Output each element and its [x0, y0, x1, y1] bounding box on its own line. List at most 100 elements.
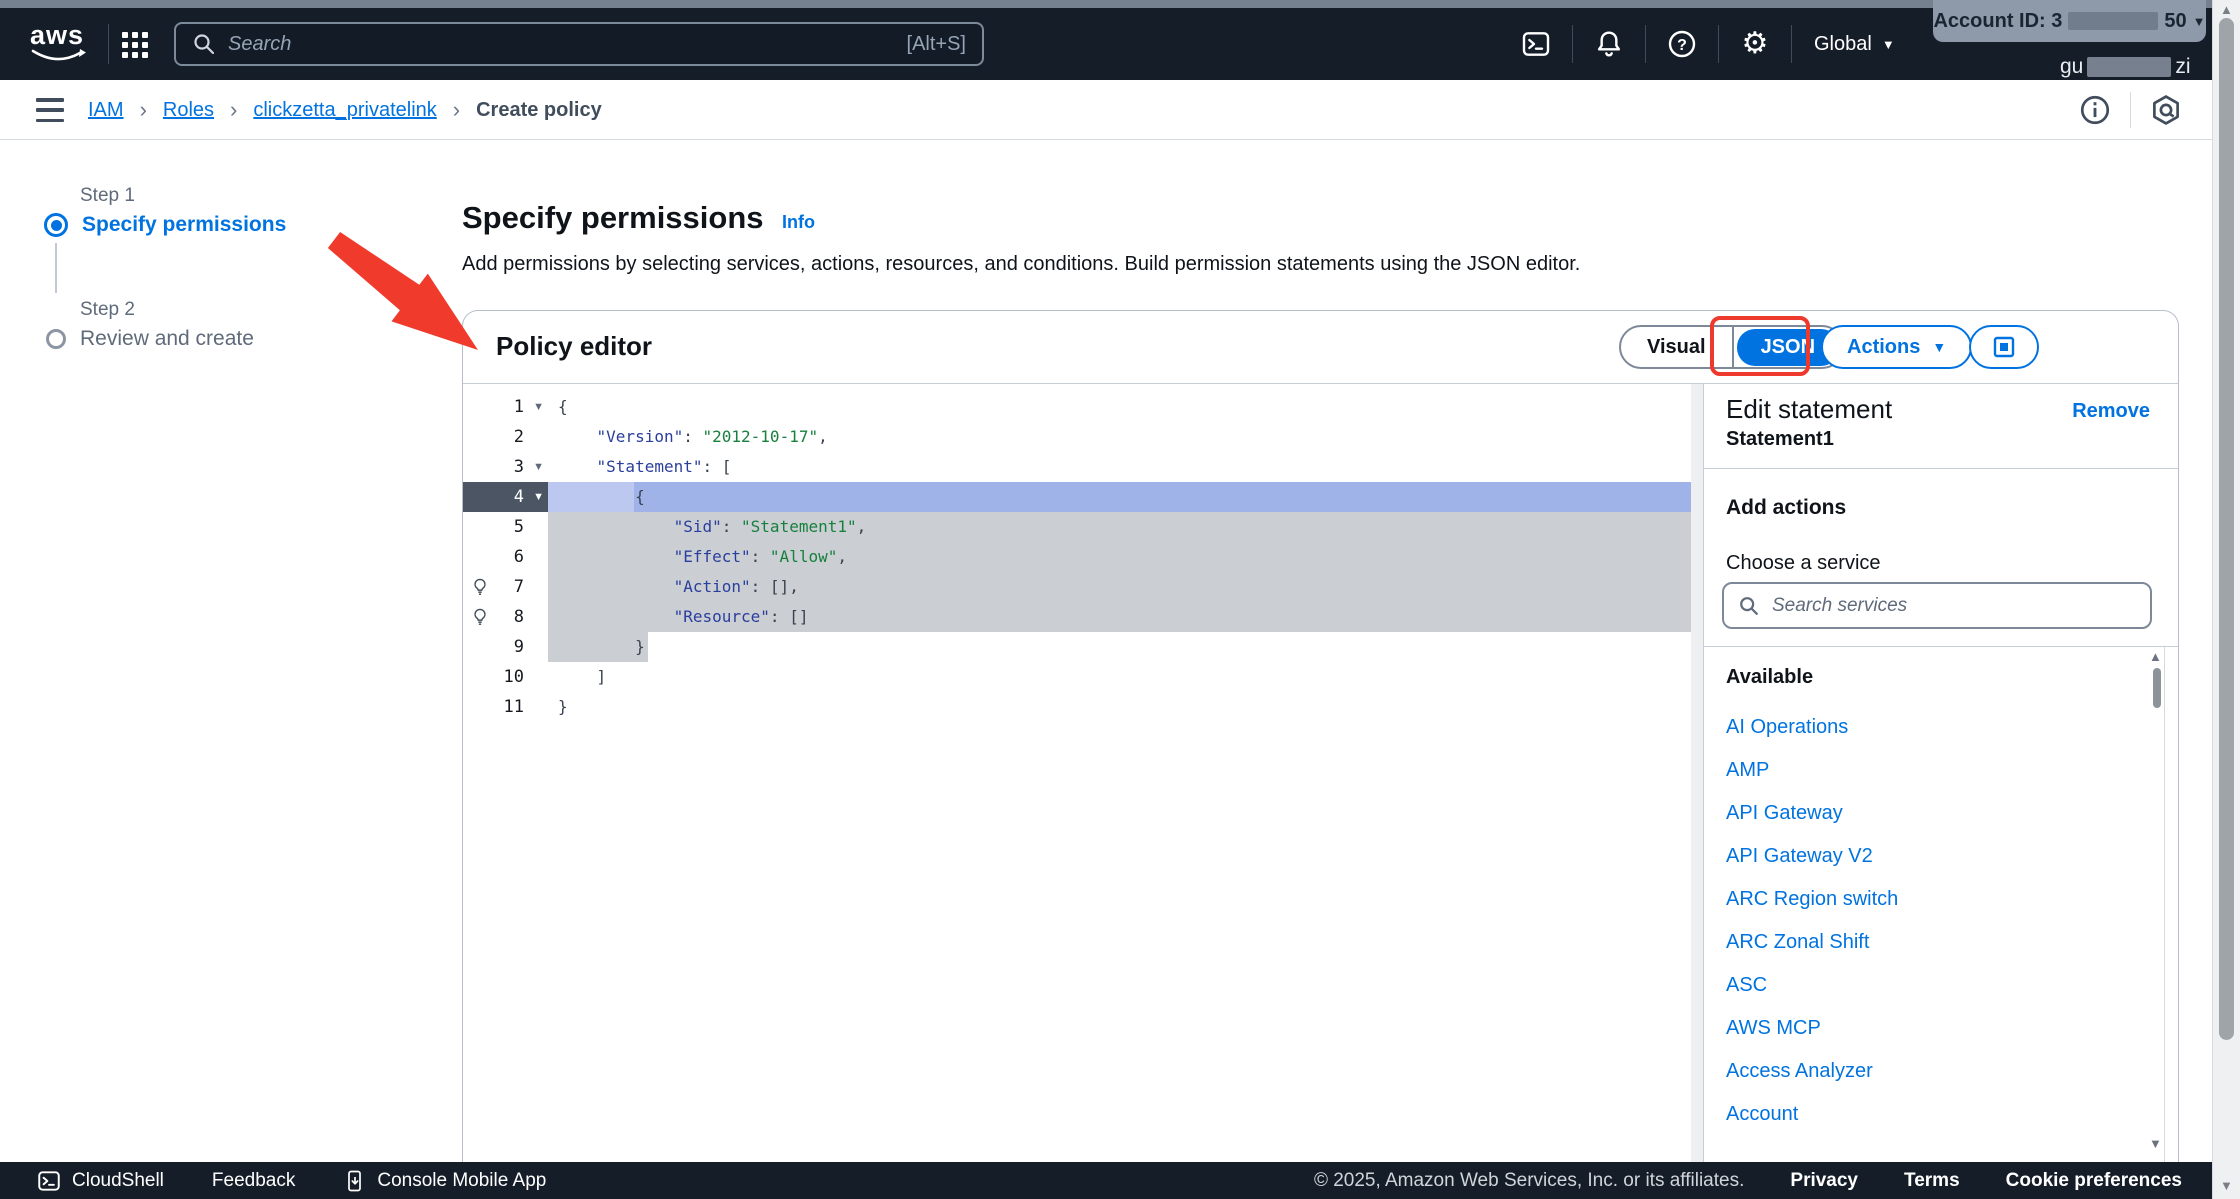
hamburger-icon[interactable] — [36, 98, 64, 122]
code-line[interactable]: 9 } — [463, 632, 1691, 662]
line-gutter[interactable]: 3▼ — [463, 452, 548, 482]
json-code-editor[interactable]: 1▼{2 "Version": "2012-10-17",3▼ "Stateme… — [463, 384, 1691, 1162]
panel-divider — [1704, 646, 2178, 647]
gear-icon[interactable]: ⚙ — [1719, 29, 1791, 59]
service-link[interactable]: ARC Region switch — [1726, 878, 2126, 921]
code-text[interactable]: { — [548, 482, 1691, 512]
scroll-down-icon[interactable]: ▼ — [2220, 1178, 2233, 1193]
page-scrollbar-thumb[interactable] — [2219, 18, 2234, 1040]
step2-item[interactable]: Review and create — [44, 327, 344, 351]
fold-arrow-icon[interactable]: ▼ — [533, 491, 544, 503]
feedback-button[interactable]: Feedback — [212, 1170, 295, 1192]
breadcrumb-icon-separator — [2130, 92, 2131, 128]
service-link[interactable]: AWS MCP — [1726, 1007, 2126, 1050]
list-scrollbar-thumb[interactable] — [2153, 668, 2161, 708]
account-username[interactable]: gu zi — [2060, 55, 2191, 79]
cloudshell-terminal-icon[interactable] — [1500, 28, 1572, 60]
notifications-bell-icon[interactable] — [1573, 28, 1645, 60]
line-gutter[interactable]: 11 — [463, 692, 548, 722]
search-input[interactable] — [228, 33, 895, 56]
step2-label: Step 2 — [80, 299, 344, 321]
service-link[interactable]: ARC Zonal Shift — [1726, 921, 2126, 964]
code-line[interactable]: 7 "Action": [], — [463, 572, 1691, 602]
step1-item[interactable]: Specify permissions — [44, 213, 344, 237]
line-gutter[interactable]: 9 — [463, 632, 548, 662]
aws-logo[interactable]: aws — [30, 22, 90, 66]
line-gutter[interactable]: 4▼ — [463, 482, 548, 512]
global-search[interactable]: [Alt+S] — [174, 22, 984, 66]
code-text[interactable]: } — [548, 692, 1691, 722]
help-icon[interactable]: ? — [1646, 28, 1718, 60]
tab-visual[interactable]: Visual — [1621, 336, 1732, 359]
account-id-menu[interactable]: Account ID: 3 50 ▼ — [1933, 0, 2206, 42]
fold-arrow-icon[interactable]: ▼ — [533, 461, 544, 473]
code-line[interactable]: 6 "Effect": "Allow", — [463, 542, 1691, 572]
account-id-redaction-block — [2068, 12, 2158, 30]
terms-link[interactable]: Terms — [1904, 1170, 1960, 1192]
code-text[interactable]: "Sid": "Statement1", — [548, 512, 1691, 542]
lightbulb-icon[interactable] — [471, 578, 489, 596]
cookie-preferences-link[interactable]: Cookie preferences — [2006, 1170, 2182, 1192]
page-scrollbar[interactable]: ▲ ▼ — [2212, 0, 2240, 1199]
service-link[interactable]: AMP — [1726, 749, 2126, 792]
line-gutter[interactable]: 1▼ — [463, 392, 548, 422]
code-line[interactable]: 11} — [463, 692, 1691, 722]
service-search[interactable] — [1722, 582, 2152, 629]
privacy-link[interactable]: Privacy — [1790, 1170, 1858, 1192]
service-link[interactable]: API Gateway V2 — [1726, 835, 2126, 878]
region-label: Global — [1814, 33, 1872, 56]
code-text[interactable]: ] — [548, 662, 1691, 692]
code-line[interactable]: 1▼{ — [463, 392, 1691, 422]
cloudshell-button[interactable]: CloudShell — [36, 1168, 164, 1194]
service-link[interactable]: AI Operations — [1726, 706, 2126, 749]
actions-button-label: Actions — [1847, 336, 1920, 359]
line-gutter[interactable]: 2 — [463, 422, 548, 452]
code-line[interactable]: 8 "Resource": [] — [463, 602, 1691, 632]
list-scroll-down-icon[interactable]: ▼ — [2149, 1136, 2162, 1151]
breadcrumb-link[interactable]: IAM — [88, 99, 124, 122]
actions-button[interactable]: Actions ▼ — [1821, 325, 1972, 369]
code-text[interactable]: "Effect": "Allow", — [548, 542, 1691, 572]
lightbulb-icon[interactable] — [471, 608, 489, 626]
line-gutter[interactable]: 6 — [463, 542, 548, 572]
code-text[interactable]: "Version": "2012-10-17", — [548, 422, 1691, 452]
split-panel-button[interactable] — [1969, 325, 2039, 369]
service-link[interactable]: API Gateway — [1726, 792, 2126, 835]
service-link[interactable]: Access Analyzer — [1726, 1050, 2126, 1093]
remove-statement-link[interactable]: Remove — [2072, 400, 2150, 423]
code-line[interactable]: 4▼ { — [463, 482, 1691, 512]
app-grid-icon[interactable] — [120, 30, 150, 60]
service-link[interactable]: Account — [1726, 1093, 2126, 1136]
code-line[interactable]: 10 ] — [463, 662, 1691, 692]
code-lines: 1▼{2 "Version": "2012-10-17",3▼ "Stateme… — [463, 392, 1691, 722]
info-link[interactable]: Info — [782, 212, 815, 232]
hexagon-clock-icon[interactable] — [2149, 93, 2183, 127]
breadcrumb-link[interactable]: clickzetta_privatelink — [253, 99, 436, 122]
line-number: 6 — [514, 547, 524, 567]
breadcrumb-link[interactable]: Roles — [163, 99, 214, 122]
line-gutter[interactable]: 7 — [463, 572, 548, 602]
region-selector[interactable]: Global ▼ — [1814, 33, 1895, 56]
line-gutter[interactable]: 5 — [463, 512, 548, 542]
console-mobile-app-button[interactable]: Console Mobile App — [343, 1168, 546, 1194]
code-line[interactable]: 2 "Version": "2012-10-17", — [463, 422, 1691, 452]
code-text[interactable]: } — [548, 632, 1691, 662]
code-text[interactable]: "Resource": [] — [548, 602, 1691, 632]
editor-scrollbar-track[interactable] — [1691, 384, 1703, 1162]
page-title: Specify permissions — [462, 200, 764, 235]
fold-arrow-icon[interactable]: ▼ — [533, 401, 544, 413]
info-circle-icon[interactable] — [2078, 93, 2112, 127]
code-line[interactable]: 3▼ "Statement": [ — [463, 452, 1691, 482]
code-text[interactable]: "Action": [], — [548, 572, 1691, 602]
line-gutter[interactable]: 8 — [463, 602, 548, 632]
code-text[interactable]: "Statement": [ — [548, 452, 1691, 482]
code-line[interactable]: 5 "Sid": "Statement1", — [463, 512, 1691, 542]
scroll-up-icon[interactable]: ▲ — [2220, 2, 2233, 17]
code-text[interactable]: { — [548, 392, 1691, 422]
list-scroll-up-icon[interactable]: ▲ — [2149, 649, 2162, 664]
service-link[interactable]: ASC — [1726, 964, 2126, 1007]
line-gutter[interactable]: 10 — [463, 662, 548, 692]
split-panel-icon — [1992, 335, 2016, 359]
browser-top-strip — [0, 0, 2240, 8]
service-search-input[interactable] — [1772, 595, 2136, 617]
